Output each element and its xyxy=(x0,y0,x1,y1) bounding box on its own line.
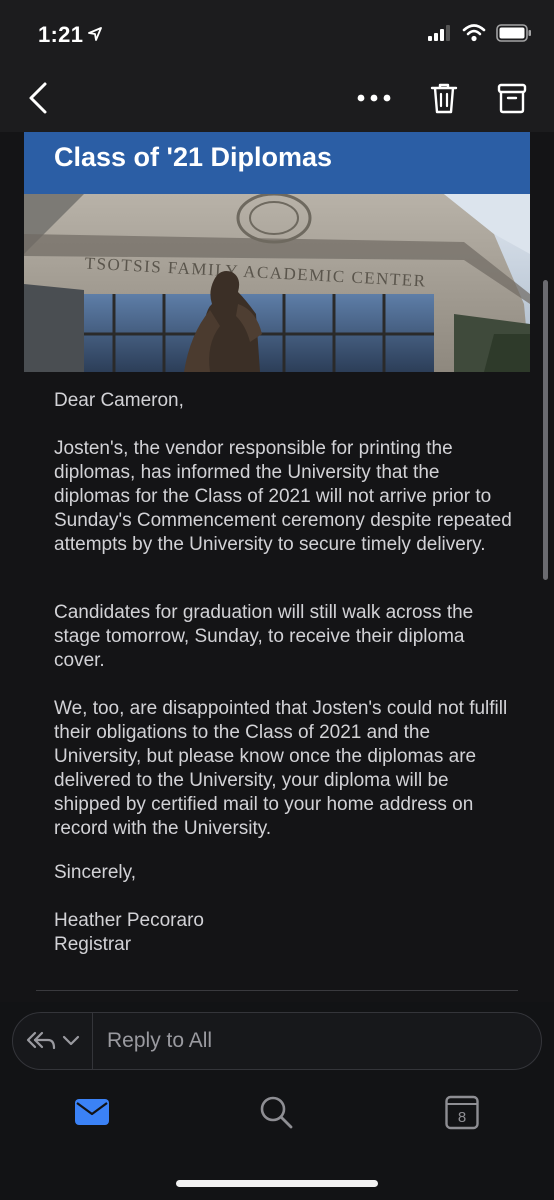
signature-title: Registrar xyxy=(54,934,132,955)
tab-search[interactable] xyxy=(256,1092,296,1132)
battery-icon xyxy=(496,24,531,42)
status-time: 1:21 xyxy=(38,22,84,47)
home-indicator xyxy=(176,1180,378,1187)
tab-calendar[interactable]: 8 xyxy=(442,1092,482,1132)
email-greeting: Dear Cameron, xyxy=(54,390,184,411)
back-button[interactable] xyxy=(18,78,58,118)
email-paragraph-2: Candidates for graduation will still wal… xyxy=(54,602,474,671)
reply-field[interactable]: Reply to All xyxy=(12,1012,542,1070)
archive-button[interactable] xyxy=(490,76,534,120)
delete-button[interactable] xyxy=(424,76,464,120)
bottom-bar: Reply to All 8 xyxy=(0,1002,554,1200)
cellular-signal-icon xyxy=(428,25,450,41)
email-banner: Class of '21 Diplomas xyxy=(24,132,530,194)
hero-image: TSOTSIS FAMILY ACADEMIC CENTER xyxy=(24,194,530,372)
email-body: Class of '21 Diplomas TSOTSIS FAMILY ACA… xyxy=(0,132,554,1002)
chevron-left-icon xyxy=(29,82,47,114)
calendar-icon: 8 xyxy=(445,1095,479,1130)
tab-mail[interactable] xyxy=(72,1092,112,1132)
reply-placeholder: Reply to All xyxy=(107,1029,213,1052)
scrollbar[interactable] xyxy=(543,280,548,580)
building-statue-photo: TSOTSIS FAMILY ACADEMIC CENTER xyxy=(24,194,530,372)
wifi-icon xyxy=(462,24,486,42)
email-paragraph-3: We, too, are disappointed that Josten's … xyxy=(54,698,508,839)
reply-all-icon xyxy=(26,1031,55,1050)
mail-icon xyxy=(75,1099,109,1125)
status-bar: 1:21 xyxy=(0,0,554,64)
banner-title: Class of '21 Diplomas xyxy=(54,142,333,172)
search-icon xyxy=(260,1096,293,1129)
chevron-down-icon xyxy=(62,1035,79,1046)
divider xyxy=(36,990,518,991)
archive-icon xyxy=(497,83,527,114)
calendar-day: 8 xyxy=(458,1109,466,1126)
signature-name: Heather Pecoraro xyxy=(54,910,204,931)
ellipsis-icon xyxy=(357,94,391,102)
reply-options-button[interactable] xyxy=(13,1013,93,1069)
location-arrow-icon xyxy=(88,27,102,41)
navigation-bar xyxy=(0,64,554,132)
email-closing: Sincerely, xyxy=(54,862,137,883)
email-paragraph-1: Josten's, the vendor responsible for pri… xyxy=(54,438,512,555)
trash-icon xyxy=(430,83,458,114)
more-options-button[interactable] xyxy=(352,78,396,118)
status-indicators xyxy=(428,24,532,42)
